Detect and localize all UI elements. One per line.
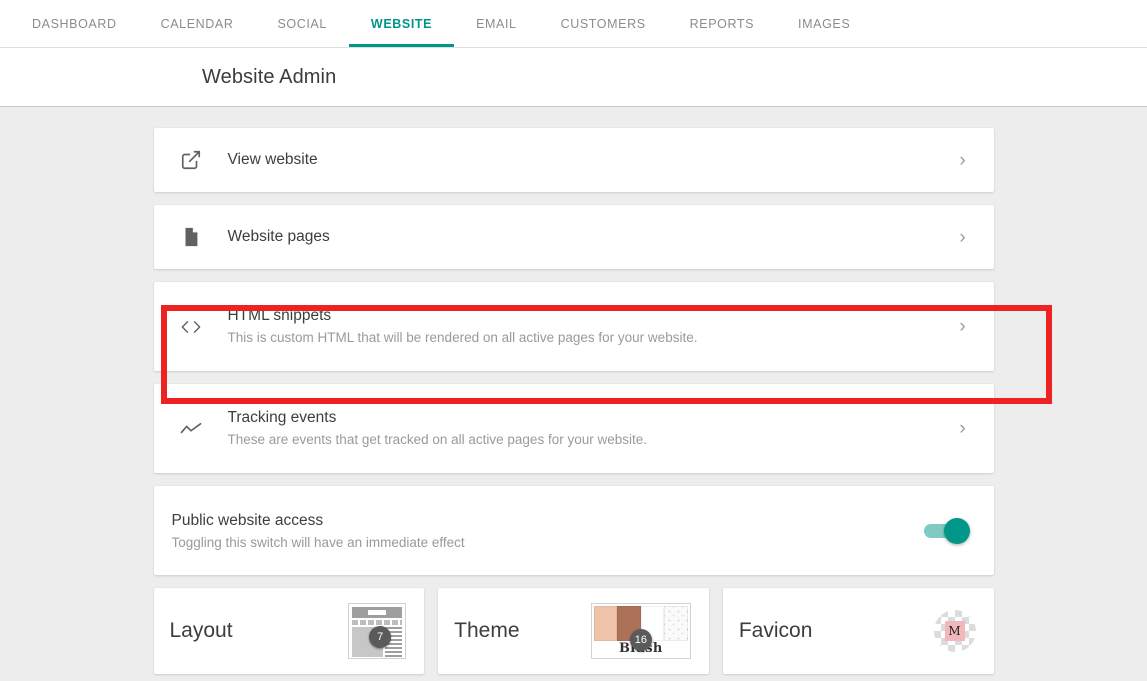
row-text: Website pages: [228, 227, 948, 247]
tile-theme[interactable]: Theme Blush 16: [438, 588, 709, 674]
tab-images[interactable]: IMAGES: [776, 0, 872, 47]
tab-label: SOCIAL: [277, 17, 326, 31]
trend-line-icon: [154, 419, 228, 439]
tab-label: REPORTS: [690, 17, 754, 31]
tile-layout-title: Layout: [170, 619, 233, 643]
external-link-icon: [154, 149, 228, 171]
theme-swatch-1: [594, 606, 618, 641]
thumb-header-bar: [352, 607, 402, 618]
main-tab-bar: DASHBOARD CALENDAR SOCIAL WEBSITE EMAIL …: [0, 0, 1147, 48]
tile-layout[interactable]: Layout 7: [154, 588, 425, 674]
content-area: View website › Website pages ›: [0, 107, 1147, 680]
row-subtitle: These are events that get tracked on all…: [228, 430, 948, 449]
tile-row: Layout 7 Theme: [154, 588, 994, 674]
row-text: View website: [228, 150, 948, 170]
row-text: Tracking events These are events that ge…: [228, 408, 948, 449]
theme-thumbnail-icon: Blush 16: [591, 603, 691, 659]
row-html-snippets[interactable]: HTML snippets This is custom HTML that w…: [154, 282, 994, 371]
row-public-website-access: Public website access Toggling this swit…: [154, 486, 994, 575]
tile-favicon[interactable]: Favicon M: [723, 588, 994, 674]
card-view-website[interactable]: View website ›: [154, 128, 994, 192]
tab-reports[interactable]: REPORTS: [668, 0, 776, 47]
settings-stack: View website › Website pages ›: [154, 107, 994, 674]
tab-label: CALENDAR: [161, 17, 234, 31]
tab-label: CUSTOMERS: [561, 17, 646, 31]
row-subtitle: This is custom HTML that will be rendere…: [228, 328, 948, 347]
page-title: Website Admin: [202, 66, 336, 89]
layout-thumbnail-icon: 7: [348, 603, 406, 659]
page-header: Website Admin: [0, 48, 1147, 107]
toggle-knob[interactable]: [944, 518, 970, 544]
row-title: Website pages: [228, 227, 948, 247]
code-brackets-icon: [154, 317, 228, 337]
favicon-thumbnail-icon: M: [934, 610, 976, 652]
row-tracking-events[interactable]: Tracking events These are events that ge…: [154, 384, 994, 473]
layout-count-badge: 7: [369, 626, 391, 648]
card-public-website-access: Public website access Toggling this swit…: [154, 486, 994, 575]
theme-swatch-4-texture: [664, 606, 688, 641]
tab-label: DASHBOARD: [32, 17, 117, 31]
row-website-pages[interactable]: Website pages ›: [154, 205, 994, 269]
public-access-title: Public website access: [172, 510, 924, 531]
tab-label: WEBSITE: [371, 17, 432, 31]
tile-theme-title: Theme: [454, 619, 519, 643]
card-website-pages[interactable]: Website pages ›: [154, 205, 994, 269]
tab-label: EMAIL: [476, 17, 517, 31]
chevron-right-icon[interactable]: ›: [948, 228, 978, 247]
tab-calendar[interactable]: CALENDAR: [139, 0, 256, 47]
tab-label: IMAGES: [798, 17, 850, 31]
toggle-text: Public website access Toggling this swit…: [172, 510, 924, 552]
public-access-subtitle: Toggling this switch will have an immedi…: [172, 533, 924, 552]
chevron-right-icon[interactable]: ›: [948, 151, 978, 170]
page-document-icon: [154, 226, 228, 248]
row-title: View website: [228, 150, 948, 170]
thumb-nav-strip: [352, 620, 402, 625]
chevron-right-icon[interactable]: ›: [948, 317, 978, 336]
tab-website[interactable]: WEBSITE: [349, 0, 454, 47]
card-tracking-events[interactable]: Tracking events These are events that ge…: [154, 384, 994, 473]
card-html-snippets[interactable]: HTML snippets This is custom HTML that w…: [154, 282, 994, 371]
tab-email[interactable]: EMAIL: [454, 0, 539, 47]
theme-count-badge: 16: [630, 629, 652, 651]
tab-customers[interactable]: CUSTOMERS: [539, 0, 668, 47]
public-access-toggle[interactable]: [924, 524, 968, 538]
row-view-website[interactable]: View website ›: [154, 128, 994, 192]
row-title: HTML snippets: [228, 306, 948, 326]
tab-social[interactable]: SOCIAL: [255, 0, 348, 47]
tab-dashboard[interactable]: DASHBOARD: [10, 0, 139, 47]
row-title: Tracking events: [228, 408, 948, 428]
chevron-right-icon[interactable]: ›: [948, 419, 978, 438]
tile-favicon-title: Favicon: [739, 619, 813, 643]
favicon-letter: M: [945, 621, 965, 641]
row-text: HTML snippets This is custom HTML that w…: [228, 306, 948, 347]
